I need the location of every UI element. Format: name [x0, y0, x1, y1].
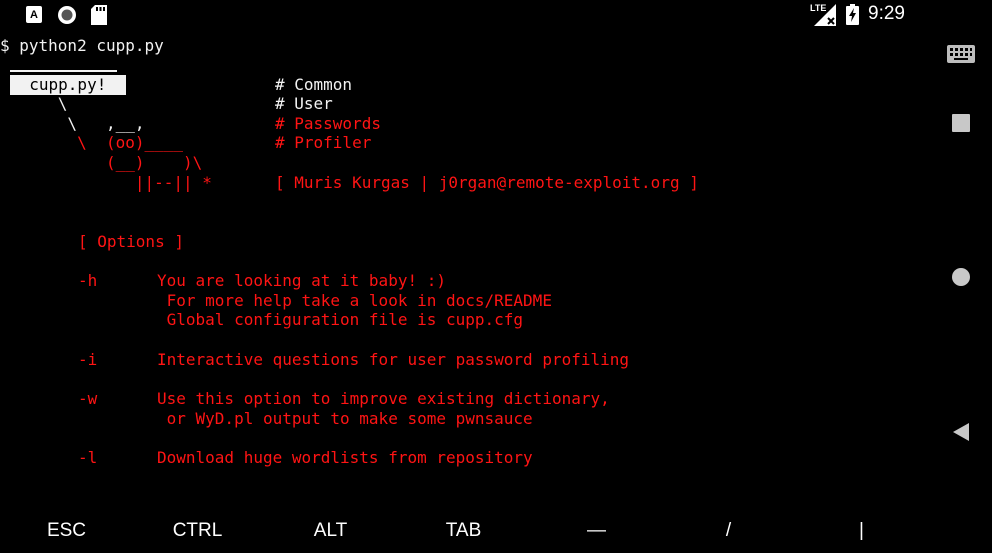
option-description: Global configuration file is cupp.cfg	[157, 310, 524, 329]
extra-keys-row: ESC CTRL ALT TAB — / |	[0, 508, 930, 553]
ascii-art-line: \ ,__,	[0, 114, 145, 134]
ascii-art-line: (__) )\	[0, 153, 203, 172]
banner-menu-passwords: # Passwords	[275, 114, 381, 133]
options-title: [ Options ]	[78, 232, 184, 251]
back-icon[interactable]	[930, 418, 992, 446]
slash-key[interactable]: /	[662, 508, 795, 553]
ascii-art-segment: \ ,__,	[0, 114, 145, 133]
option-description: You are looking at it baby! :)	[157, 271, 446, 290]
banner-author: [ Muris Kurgas | j0rgan@remote-exploit.o…	[275, 173, 699, 192]
navigation-bar	[930, 0, 992, 553]
network-type-label: LTE	[810, 3, 827, 13]
dash-key[interactable]: —	[530, 508, 663, 553]
logo-top-rule	[10, 70, 117, 72]
banner-menu-common: # Common	[275, 75, 353, 94]
svg-text:A: A	[30, 9, 38, 21]
prompt-line: $ python2 cupp.py	[0, 36, 164, 55]
option-description: Download huge wordlists from repository	[157, 448, 533, 467]
ascii-art-line: \ (oo)____	[0, 133, 184, 152]
option-flag: -h	[78, 271, 98, 290]
home-icon[interactable]	[930, 263, 992, 291]
pipe-key[interactable]: |	[795, 508, 928, 553]
banner-menu-profiler: # Profiler	[275, 133, 372, 152]
esc-key[interactable]: ESC	[0, 508, 133, 553]
terminal-view[interactable]: $ python2 cupp.py cupp.py! \ \ ,__, \ (o…	[0, 30, 930, 500]
logo-label: cupp.py!	[10, 75, 126, 95]
option-description: For more help take a look in docs/README	[157, 291, 552, 310]
option-description: or WyD.pl output to make some pwnsauce	[157, 409, 533, 428]
ascii-art-line: \	[0, 94, 68, 113]
option-flag: -l	[78, 448, 98, 467]
record-icon	[57, 5, 77, 29]
option-description: Use this option to improve existing dict…	[157, 389, 610, 408]
ascii-art-line: ||--|| *	[0, 173, 212, 192]
alt-key[interactable]: ALT	[264, 508, 397, 553]
option-description: Interactive questions for user password …	[157, 350, 630, 369]
option-flag: -w	[78, 389, 98, 408]
recents-icon[interactable]	[930, 110, 992, 136]
keyboard-icon[interactable]	[930, 40, 992, 68]
sd-card-icon	[91, 5, 107, 29]
battery-charging-icon	[846, 4, 859, 29]
tab-key[interactable]: TAB	[397, 508, 530, 553]
app-a-icon: A	[26, 6, 42, 27]
option-flag: -i	[78, 350, 98, 369]
banner-menu-user: # User	[275, 94, 333, 113]
status-bar: A LTE 9:29	[0, 0, 930, 30]
clock: 9:29	[868, 3, 905, 24]
ctrl-key[interactable]: CTRL	[131, 508, 264, 553]
